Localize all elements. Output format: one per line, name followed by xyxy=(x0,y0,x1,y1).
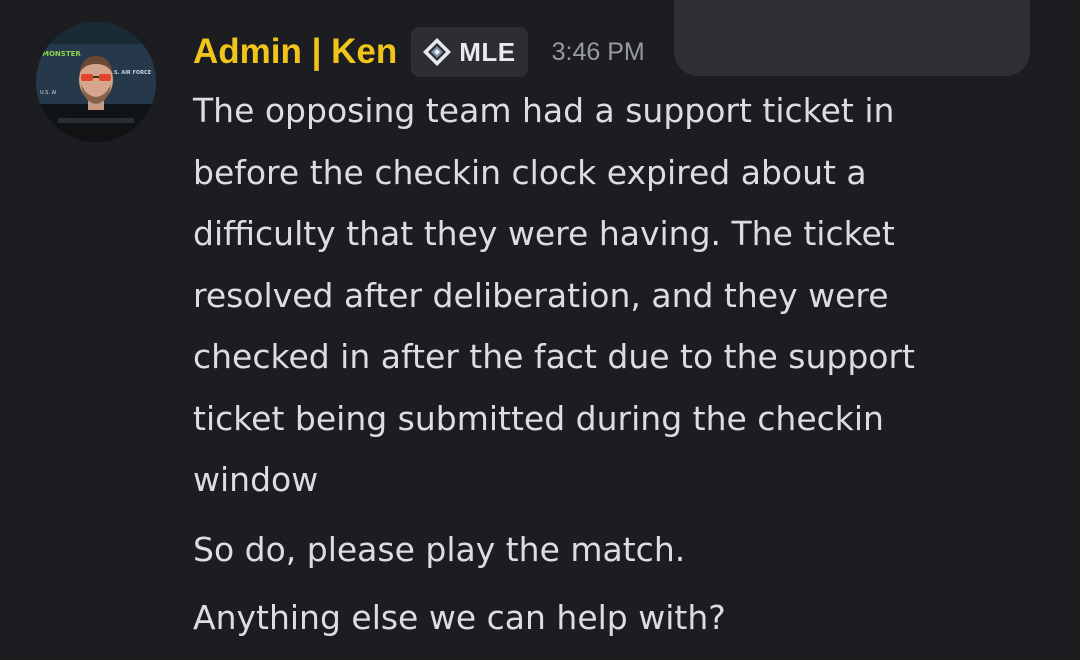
overlay-bubble xyxy=(674,0,1030,76)
timestamp: 3:46 PM xyxy=(551,37,645,66)
diamond-icon xyxy=(423,38,452,66)
message-line: ticket being submitted during the checki… xyxy=(193,398,884,438)
avatar-banner-text-2: U.S. AIR FORCE xyxy=(108,70,152,76)
message-header: Admin | Ken MLE 3:46 PM xyxy=(193,26,645,78)
message-line: window xyxy=(193,460,319,499)
avatar-banner-text-1: MONSTER xyxy=(42,50,81,58)
message-line: before the checkin clock expired about a xyxy=(193,152,867,192)
role-tag[interactable]: MLE xyxy=(411,27,528,77)
username[interactable]: Admin | Ken xyxy=(193,32,397,72)
avatar-image: MONSTER U.S. AIR FORCE U.S. AI xyxy=(36,22,156,142)
chat-message: MONSTER U.S. AIR FORCE U.S. AI Admin | K… xyxy=(0,0,1080,660)
message-paragraph-2: So do, please play the match. xyxy=(193,530,686,569)
message-paragraph-3: Anything else we can help with? xyxy=(193,598,726,637)
message-line: The opposing team had a support ticket i… xyxy=(193,91,895,130)
avatar-banner-text-3: U.S. AI xyxy=(40,90,57,96)
message-line: resolved after deliberation, and they we… xyxy=(193,275,889,315)
message-paragraph-1: The opposing team had a support ticket i… xyxy=(193,80,915,511)
message-line: checked in after the fact due to the sup… xyxy=(193,337,915,376)
role-tag-label: MLE xyxy=(459,36,516,67)
message-line: difficulty that they were having. The ti… xyxy=(193,214,895,253)
avatar[interactable]: MONSTER U.S. AIR FORCE U.S. AI xyxy=(36,22,156,142)
